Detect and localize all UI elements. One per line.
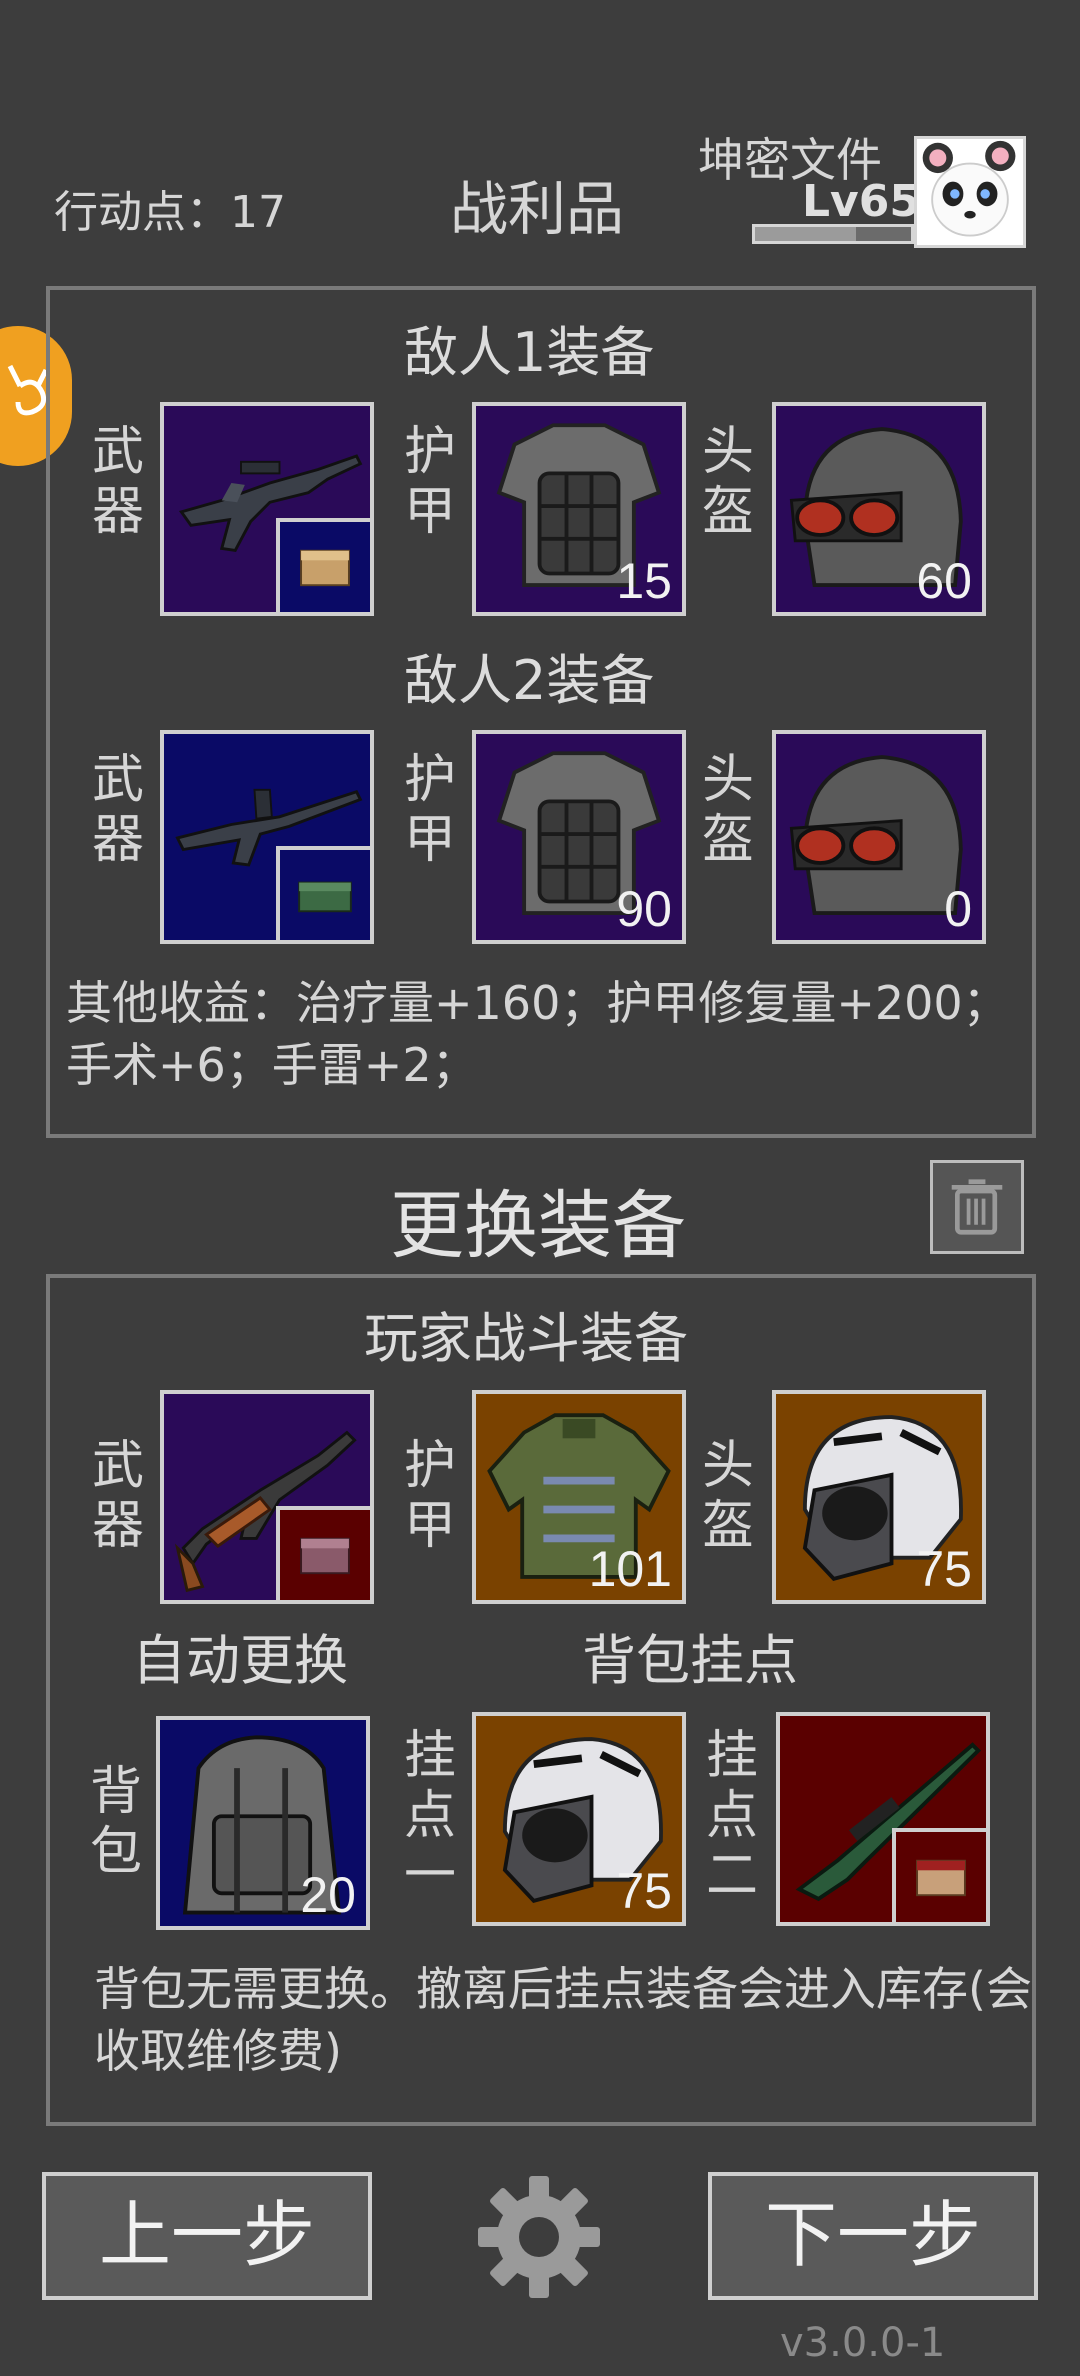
enemy1-title: 敌人1装备	[404, 321, 655, 384]
xp-progress-fill	[755, 227, 857, 241]
backpack-label: 背包	[89, 1762, 142, 1882]
enemy1-armor-value: 15	[616, 553, 672, 609]
ammo-box-icon	[298, 881, 352, 913]
change-equipment-title: 更换装备	[390, 1183, 686, 1269]
version-label: v3.0.0-1	[780, 2320, 946, 2366]
mount1-slot[interactable]: 75	[472, 1712, 686, 1926]
other-gains-text: 其他收益：治疗量+160；护甲修复量+200；手术+6；手雷+2；	[66, 976, 1009, 1092]
player-level: Lv65	[802, 176, 920, 227]
enemy2-armor-label: 护甲	[403, 750, 456, 870]
enemy2-armor-value: 90	[616, 881, 672, 937]
player-helmet-slot[interactable]: 75	[772, 1390, 986, 1604]
panda-avatar-icon	[917, 139, 1023, 245]
enemy2-weapon-slot[interactable]	[160, 730, 374, 944]
mount2-slot[interactable]	[776, 1712, 990, 1926]
mount2-ammo-slot	[892, 1828, 986, 1922]
mount2-label: 挂点二	[705, 1726, 758, 1906]
player-weapon-slot[interactable]	[160, 1390, 374, 1604]
player-helmet-value: 75	[916, 1541, 972, 1597]
mount1-label: 挂点一	[403, 1726, 456, 1906]
avatar[interactable]	[914, 136, 1026, 248]
next-step-button[interactable]: 下一步	[708, 2172, 1038, 2300]
backpack-value: 20	[300, 1867, 356, 1923]
ammo-box-icon	[916, 1859, 966, 1897]
enemy1-weapon-label: 武器	[91, 422, 144, 542]
page-title: 战利品	[450, 175, 625, 243]
player-armor-value: 101	[588, 1541, 672, 1597]
enemy2-helmet-value: 0	[944, 881, 972, 937]
enemy1-weapon-slot[interactable]	[160, 402, 374, 616]
backpack-mount-title: 背包挂点	[582, 1629, 798, 1692]
enemy1-helmet-value: 60	[916, 553, 972, 609]
enemy1-armor-slot[interactable]: 15	[472, 402, 686, 616]
trash-button[interactable]	[930, 1160, 1024, 1254]
player-armor-slot[interactable]: 101	[472, 1390, 686, 1604]
player-ammo-slot	[276, 1506, 370, 1600]
enemy2-armor-slot[interactable]: 90	[472, 730, 686, 944]
previous-step-button[interactable]: 上一步	[42, 2172, 372, 2300]
action-points-label: 行动点：17	[54, 187, 286, 238]
player-weapon-label: 武器	[91, 1436, 144, 1556]
enemy2-weapon-label: 武器	[91, 750, 144, 870]
auto-replace-toggle[interactable]: 自动更换	[132, 1616, 348, 1695]
enemy2-ammo-slot	[276, 846, 370, 940]
player-helmet-label: 头盔	[701, 1436, 754, 1556]
ammo-box-icon	[300, 1537, 350, 1575]
player-armor-label: 护甲	[403, 1436, 456, 1556]
enemy1-helmet-slot[interactable]: 60	[772, 402, 986, 616]
enemy2-helmet-label: 头盔	[701, 750, 754, 870]
gear-icon	[478, 2176, 600, 2298]
backpack-note: 背包无需更换。撤离后挂点装备会进入库存(会收取维修费)	[94, 1962, 1032, 2078]
enemy1-helmet-label: 头盔	[701, 422, 754, 542]
enemy1-ammo-slot	[276, 518, 370, 612]
ammo-box-icon	[300, 549, 350, 587]
enemy1-armor-label: 护甲	[403, 422, 456, 542]
mount1-value: 75	[616, 1863, 672, 1919]
xp-progress-bar	[752, 224, 914, 244]
trash-icon	[951, 1179, 1003, 1235]
player-equipment-title: 玩家战斗装备	[364, 1307, 688, 1370]
enemy2-helmet-slot[interactable]: 0	[772, 730, 986, 944]
enemy2-title: 敌人2装备	[404, 649, 655, 712]
settings-button[interactable]	[474, 2172, 604, 2302]
backpack-slot[interactable]: 20	[156, 1716, 370, 1930]
